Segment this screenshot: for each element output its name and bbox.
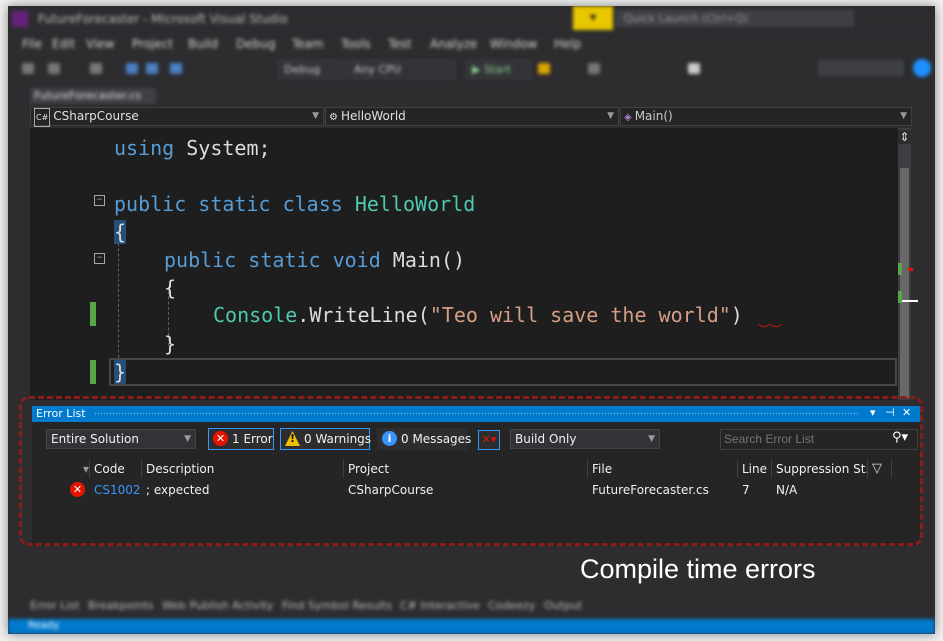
- tab-error-list[interactable]: Error List: [30, 599, 80, 612]
- tab-codeezy[interactable]: Codeezy: [488, 599, 535, 612]
- editor-gutter: [30, 128, 82, 400]
- tab-breakpoints[interactable]: Breakpoints: [88, 599, 154, 612]
- quick-launch-input[interactable]: Quick Launch (Ctrl+Q): [616, 10, 854, 27]
- platform-dropdown[interactable]: Any CPU: [348, 60, 455, 79]
- collapse-method-icon[interactable]: −: [94, 253, 105, 264]
- tab-web-publish[interactable]: Web Publish Activity: [162, 599, 273, 612]
- annotation-caption: Compile time errors: [580, 554, 816, 584]
- change-marker: [90, 360, 96, 384]
- menu-file[interactable]: File: [22, 37, 42, 51]
- class-dropdown[interactable]: ⚙ HelloWorld ▼: [325, 107, 619, 126]
- error-squiggle: ︶︶: [758, 323, 783, 337]
- status-bar: Ready: [8, 619, 935, 634]
- tab-output[interactable]: Output: [544, 599, 582, 612]
- menu-test[interactable]: Test: [388, 37, 412, 51]
- visual-studio-logo-icon: [12, 11, 28, 27]
- code-token: {: [164, 276, 177, 300]
- code-line-8: }: [114, 360, 127, 384]
- caret-overview-mark: [902, 300, 918, 302]
- code-editor[interactable]: − − using System; public static class He…: [30, 128, 898, 400]
- code-token: .WriteLine(: [297, 303, 430, 327]
- class-dropdown-label: HelloWorld: [340, 109, 406, 123]
- menu-debug[interactable]: Debug: [236, 37, 275, 51]
- menu-project[interactable]: Project: [132, 37, 173, 51]
- save-icon[interactable]: [126, 63, 138, 74]
- menu-bar: File Edit View Project Build Debug Team …: [8, 32, 935, 77]
- keyword-token: using: [114, 136, 175, 160]
- editor-scrollbar[interactable]: [898, 128, 918, 400]
- menu-help[interactable]: Help: [554, 37, 581, 51]
- code-token: System;: [174, 136, 271, 160]
- split-window-icon[interactable]: ⇕: [898, 130, 911, 144]
- tool-window-tabs: Error List Breakpoints Web Publish Activ…: [8, 596, 935, 614]
- notification-flag-icon[interactable]: ▾: [573, 6, 613, 30]
- configuration-dropdown[interactable]: Debug: [278, 60, 345, 79]
- menu-team[interactable]: Team: [292, 37, 324, 51]
- project-dropdown[interactable]: C# CSharpCourse ▼: [30, 107, 324, 127]
- tab-find-symbol[interactable]: Find Symbol Results: [282, 599, 392, 612]
- code-line-7: }: [164, 332, 176, 356]
- start-button[interactable]: ▶ Start: [466, 60, 531, 79]
- member-dropdown-label: Main(): [634, 109, 673, 123]
- undo-icon[interactable]: [170, 63, 182, 74]
- bookmark-icon[interactable]: [688, 63, 700, 74]
- step-icon[interactable]: [588, 63, 600, 74]
- menu-build[interactable]: Build: [188, 37, 218, 51]
- change-overview-mark: [898, 263, 902, 275]
- tab-futureforecaster[interactable]: FutureForecaster.cs: [30, 88, 156, 104]
- method-icon: ◈: [624, 112, 632, 123]
- code-line-5: {: [164, 276, 176, 300]
- type-token: Console: [213, 303, 298, 327]
- back-icon[interactable]: [22, 63, 34, 74]
- code-line-6: Console.WriteLine("Teo will save the wor…: [213, 303, 743, 327]
- standard-toolbar: Debug Any CPU ▶ Start: [8, 56, 935, 82]
- title-bar: FutureForecaster - Microsoft Visual Stud…: [8, 6, 935, 32]
- code-line-3: {: [114, 220, 127, 244]
- new-project-icon[interactable]: [90, 63, 102, 74]
- error-overview-mark: [908, 268, 913, 271]
- member-dropdown[interactable]: ◈ Main() ▼: [620, 107, 912, 126]
- scrollbar-thumb[interactable]: [900, 168, 909, 398]
- save-all-icon[interactable]: [146, 63, 158, 74]
- code-line-1: using System;: [114, 136, 271, 160]
- brace-match-token: {: [114, 220, 127, 244]
- navigation-bar: C# CSharpCourse ▼ ⚙ HelloWorld ▼ ◈ Main() ▼: [30, 105, 912, 127]
- code-token: Main(): [392, 248, 466, 272]
- menu-tools[interactable]: Tools: [341, 37, 371, 51]
- change-marker: [90, 302, 96, 326]
- code-token: }: [164, 332, 177, 356]
- chevron-down-icon: ▼: [312, 111, 319, 121]
- annotation-highlight-box: [19, 396, 923, 546]
- string-token: "Teo will save the world": [429, 303, 731, 327]
- window-title: FutureForecaster - Microsoft Visual Stud…: [38, 12, 288, 26]
- keyword-token: public static class: [114, 192, 355, 216]
- indent-guide: [118, 228, 119, 378]
- tab-csharp-interactive[interactable]: C# Interactive: [400, 599, 480, 612]
- attach-icon[interactable]: [538, 63, 550, 74]
- chevron-down-icon: ▼: [900, 111, 907, 121]
- current-line-highlight: [109, 358, 897, 386]
- menu-window[interactable]: Window: [490, 37, 537, 51]
- code-line-2: public static class HelloWorld: [114, 192, 475, 216]
- forward-icon[interactable]: [48, 63, 60, 74]
- csharp-project-icon: C#: [34, 108, 51, 127]
- code-token: ): [730, 303, 743, 327]
- keyword-token: public static void: [164, 248, 393, 272]
- class-icon: ⚙: [329, 112, 338, 123]
- type-token: HelloWorld: [354, 192, 476, 216]
- chevron-down-icon: ▼: [607, 111, 614, 121]
- project-dropdown-label: CSharpCourse: [53, 109, 139, 123]
- status-text: Ready: [28, 620, 60, 631]
- menu-edit[interactable]: Edit: [52, 37, 75, 51]
- brace-match-token: }: [114, 360, 127, 384]
- menu-analyze[interactable]: Analyze: [430, 37, 477, 51]
- collapse-class-icon[interactable]: −: [94, 195, 105, 206]
- code-line-4: public static void Main(): [164, 248, 465, 272]
- menu-view[interactable]: View: [86, 37, 114, 51]
